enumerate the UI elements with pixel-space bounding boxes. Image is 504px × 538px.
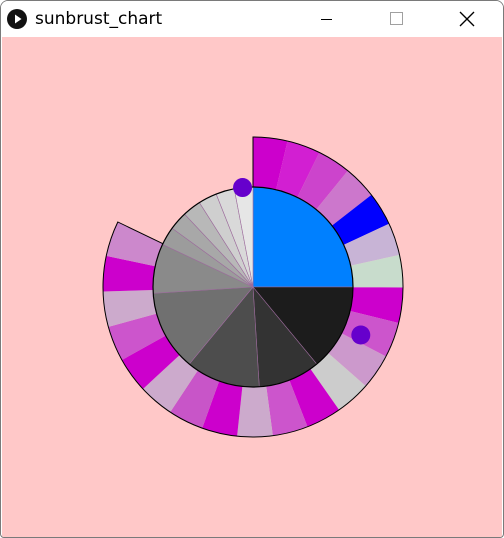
marker-dot[interactable] [233, 178, 253, 198]
minimize-icon [321, 19, 332, 20]
minimize-button[interactable] [303, 1, 349, 37]
title-bar[interactable]: sunbrust_chart [1, 1, 503, 37]
close-icon [459, 11, 475, 27]
sketch-canvas[interactable] [2, 37, 502, 537]
maximize-icon [390, 12, 403, 25]
marker-dot[interactable] [351, 325, 371, 345]
app-window: sunbrust_chart [0, 0, 504, 538]
window-title: sunbrust_chart [35, 9, 163, 29]
maximize-button[interactable] [373, 1, 419, 37]
close-button[interactable] [443, 1, 489, 37]
sunburst-chart [102, 136, 404, 438]
processing-app-icon [7, 9, 27, 29]
